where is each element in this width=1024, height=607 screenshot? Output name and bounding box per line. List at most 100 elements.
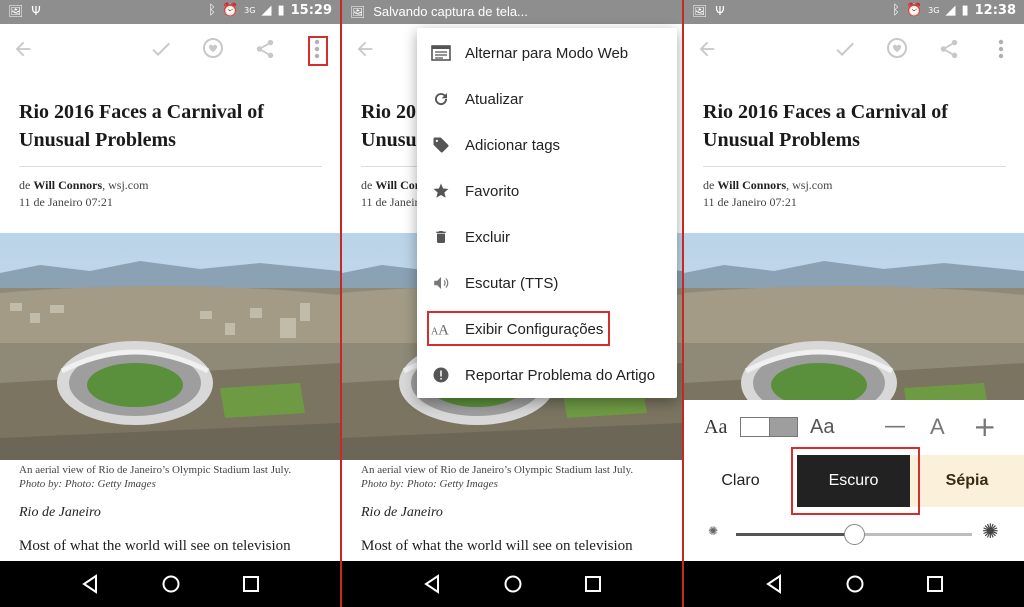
share-icon xyxy=(256,39,274,59)
check-icon xyxy=(836,42,854,56)
bluetooth-icon: ᛒ xyxy=(892,3,900,18)
photo-credit: Photo by: Photo: Getty Images xyxy=(361,478,498,490)
clock: 15:29 xyxy=(290,3,332,18)
screen-display-settings: 🖼 Ψ ᛒ ⏰ 3G ◢ ▮ 12:38 Rio 2016 Faces a Ca… xyxy=(684,0,1024,607)
speaker-icon xyxy=(434,277,449,289)
alert-icon xyxy=(433,367,449,383)
photo-caption: An aerial view of Rio de Janeiro’s Olymp… xyxy=(19,464,292,490)
favorite-button[interactable] xyxy=(200,36,226,62)
theme-sepia-button[interactable]: Sépia xyxy=(910,455,1024,507)
nav-bar xyxy=(684,561,1024,607)
back-button[interactable] xyxy=(354,38,376,64)
menu-item-listen-tts[interactable]: Escutar (TTS) xyxy=(417,260,677,306)
back-triangle-icon[interactable] xyxy=(764,574,784,594)
battery-icon: ▮ xyxy=(277,3,285,18)
favorite-button[interactable] xyxy=(884,36,910,62)
archive-check-button[interactable] xyxy=(832,36,858,62)
theme-row: Claro Escuro Sépia xyxy=(684,447,1024,515)
screen-article: 🖼 Ψ ᛒ ⏰ 3G ◢ ▮ 15:29 Rio 2016 Faces a Ca… xyxy=(0,0,340,607)
star-icon xyxy=(433,183,449,198)
article-dateline: Rio de Janeiro xyxy=(19,505,101,520)
menu-item-web-mode[interactable]: Alternar para Modo Web xyxy=(417,30,677,76)
web-mode-icon xyxy=(431,45,451,61)
menu-item-favorite[interactable]: Favorito xyxy=(417,168,677,214)
clock: 12:38 xyxy=(974,3,1016,18)
overflow-menu: Alternar para Modo Web Atualizar Adicion… xyxy=(417,28,677,398)
alarm-icon: ⏰ xyxy=(905,3,923,18)
usb-icon: Ψ xyxy=(31,4,41,18)
menu-item-report-problem[interactable]: Reportar Problema do Artigo xyxy=(417,352,677,398)
share-icon xyxy=(940,39,958,59)
home-circle-icon[interactable] xyxy=(161,574,181,594)
author-name[interactable]: Will Connors xyxy=(33,178,102,192)
back-button[interactable] xyxy=(696,38,718,64)
brightness-low-icon: ✺ xyxy=(708,524,719,538)
serif-font-button[interactable]: Aa xyxy=(704,416,727,439)
alarm-icon: ⏰ xyxy=(221,3,239,18)
article-date: 11 de Janeiro 07:21 xyxy=(703,195,797,209)
brightness-slider-thumb[interactable] xyxy=(844,524,865,545)
arrow-left-icon xyxy=(15,41,31,57)
increase-font-button[interactable]: + xyxy=(973,410,996,443)
image-icon: 🖼 xyxy=(350,4,366,19)
brightness-row: ✺ ✺ xyxy=(684,507,1024,561)
article-body: Most of what the world will see on telev… xyxy=(19,538,291,554)
status-bar: 🖼 Ψ ᛒ ⏰ 3G ◢ ▮ 15:29 xyxy=(0,0,340,24)
overflow-menu-button[interactable] xyxy=(988,36,1014,62)
status-notification-text: Salvando captura de tela... xyxy=(373,4,528,19)
font-toggle-knob xyxy=(741,418,770,436)
divider xyxy=(19,166,322,167)
home-circle-icon[interactable] xyxy=(845,574,865,594)
menu-item-refresh[interactable]: Atualizar xyxy=(417,76,677,122)
image-icon: 🖼 xyxy=(8,4,24,18)
article-header: Rio 2016 Faces a Carnival of Unusual Pro… xyxy=(684,80,1024,211)
bluetooth-icon: ᛒ xyxy=(208,3,216,18)
back-triangle-icon[interactable] xyxy=(422,574,442,594)
archive-check-button[interactable] xyxy=(148,36,174,62)
arrow-left-icon xyxy=(357,41,373,57)
home-circle-icon[interactable] xyxy=(503,574,523,594)
back-triangle-icon[interactable] xyxy=(80,574,100,594)
usb-icon: Ψ xyxy=(715,4,725,18)
more-vertical-icon xyxy=(998,39,1004,59)
signal-icon: ◢ xyxy=(945,3,956,18)
font-size-indicator: A xyxy=(930,414,945,439)
status-bar: 🖼 Ψ ᛒ ⏰ 3G ◢ ▮ 12:38 xyxy=(684,0,1024,24)
back-button[interactable] xyxy=(12,38,34,64)
brightness-high-icon: ✺ xyxy=(982,519,999,543)
menu-item-delete[interactable]: Excluir xyxy=(417,214,677,260)
recents-square-icon[interactable] xyxy=(242,575,260,593)
theme-light-button[interactable]: Claro xyxy=(684,455,797,507)
brightness-slider-fill xyxy=(736,533,854,536)
article-meta: de Will Connors, wsj.com 11 de Janeiro 0… xyxy=(703,178,833,209)
photo-caption: An aerial view of Rio de Janeiro’s Olymp… xyxy=(361,464,634,490)
signal-icon: ◢ xyxy=(261,3,272,18)
brightness-slider[interactable] xyxy=(736,524,972,545)
image-icon: 🖼 xyxy=(692,4,708,18)
display-settings-panel: Aa Aa — A + Claro Escuro Sépia ✺ ✺ xyxy=(684,400,1024,561)
share-button[interactable] xyxy=(936,36,962,62)
menu-item-add-tags[interactable]: Adicionar tags xyxy=(417,122,677,168)
article-title: Rio 2016 Faces a Carnival of Unusual Pro… xyxy=(703,101,948,151)
heart-bubble-icon xyxy=(887,38,907,58)
refresh-icon xyxy=(435,93,448,106)
author-name[interactable]: Will Connors xyxy=(717,178,786,192)
article-date: 11 de Janeiro 07:21 xyxy=(19,195,113,209)
nav-bar xyxy=(342,561,682,607)
check-icon xyxy=(152,42,170,56)
recents-square-icon[interactable] xyxy=(926,575,944,593)
highlight-box xyxy=(791,447,920,515)
article-dateline: Rio de Janeiro xyxy=(361,505,443,520)
sans-font-button[interactable]: Aa xyxy=(810,416,834,439)
font-toggle-switch[interactable] xyxy=(740,417,798,437)
battery-icon: ▮ xyxy=(961,3,969,18)
nav-bar xyxy=(0,561,340,607)
article-header: Rio 2016 Faces a Carnival of Unusual Pro… xyxy=(0,80,340,211)
recents-square-icon[interactable] xyxy=(584,575,602,593)
share-button[interactable] xyxy=(252,36,278,62)
network-badge: 3G xyxy=(928,6,940,15)
highlight-box xyxy=(308,36,328,66)
divider xyxy=(703,166,1006,167)
photo-credit: Photo by: Photo: Getty Images xyxy=(19,478,156,490)
decrease-font-button[interactable]: — xyxy=(884,414,906,439)
